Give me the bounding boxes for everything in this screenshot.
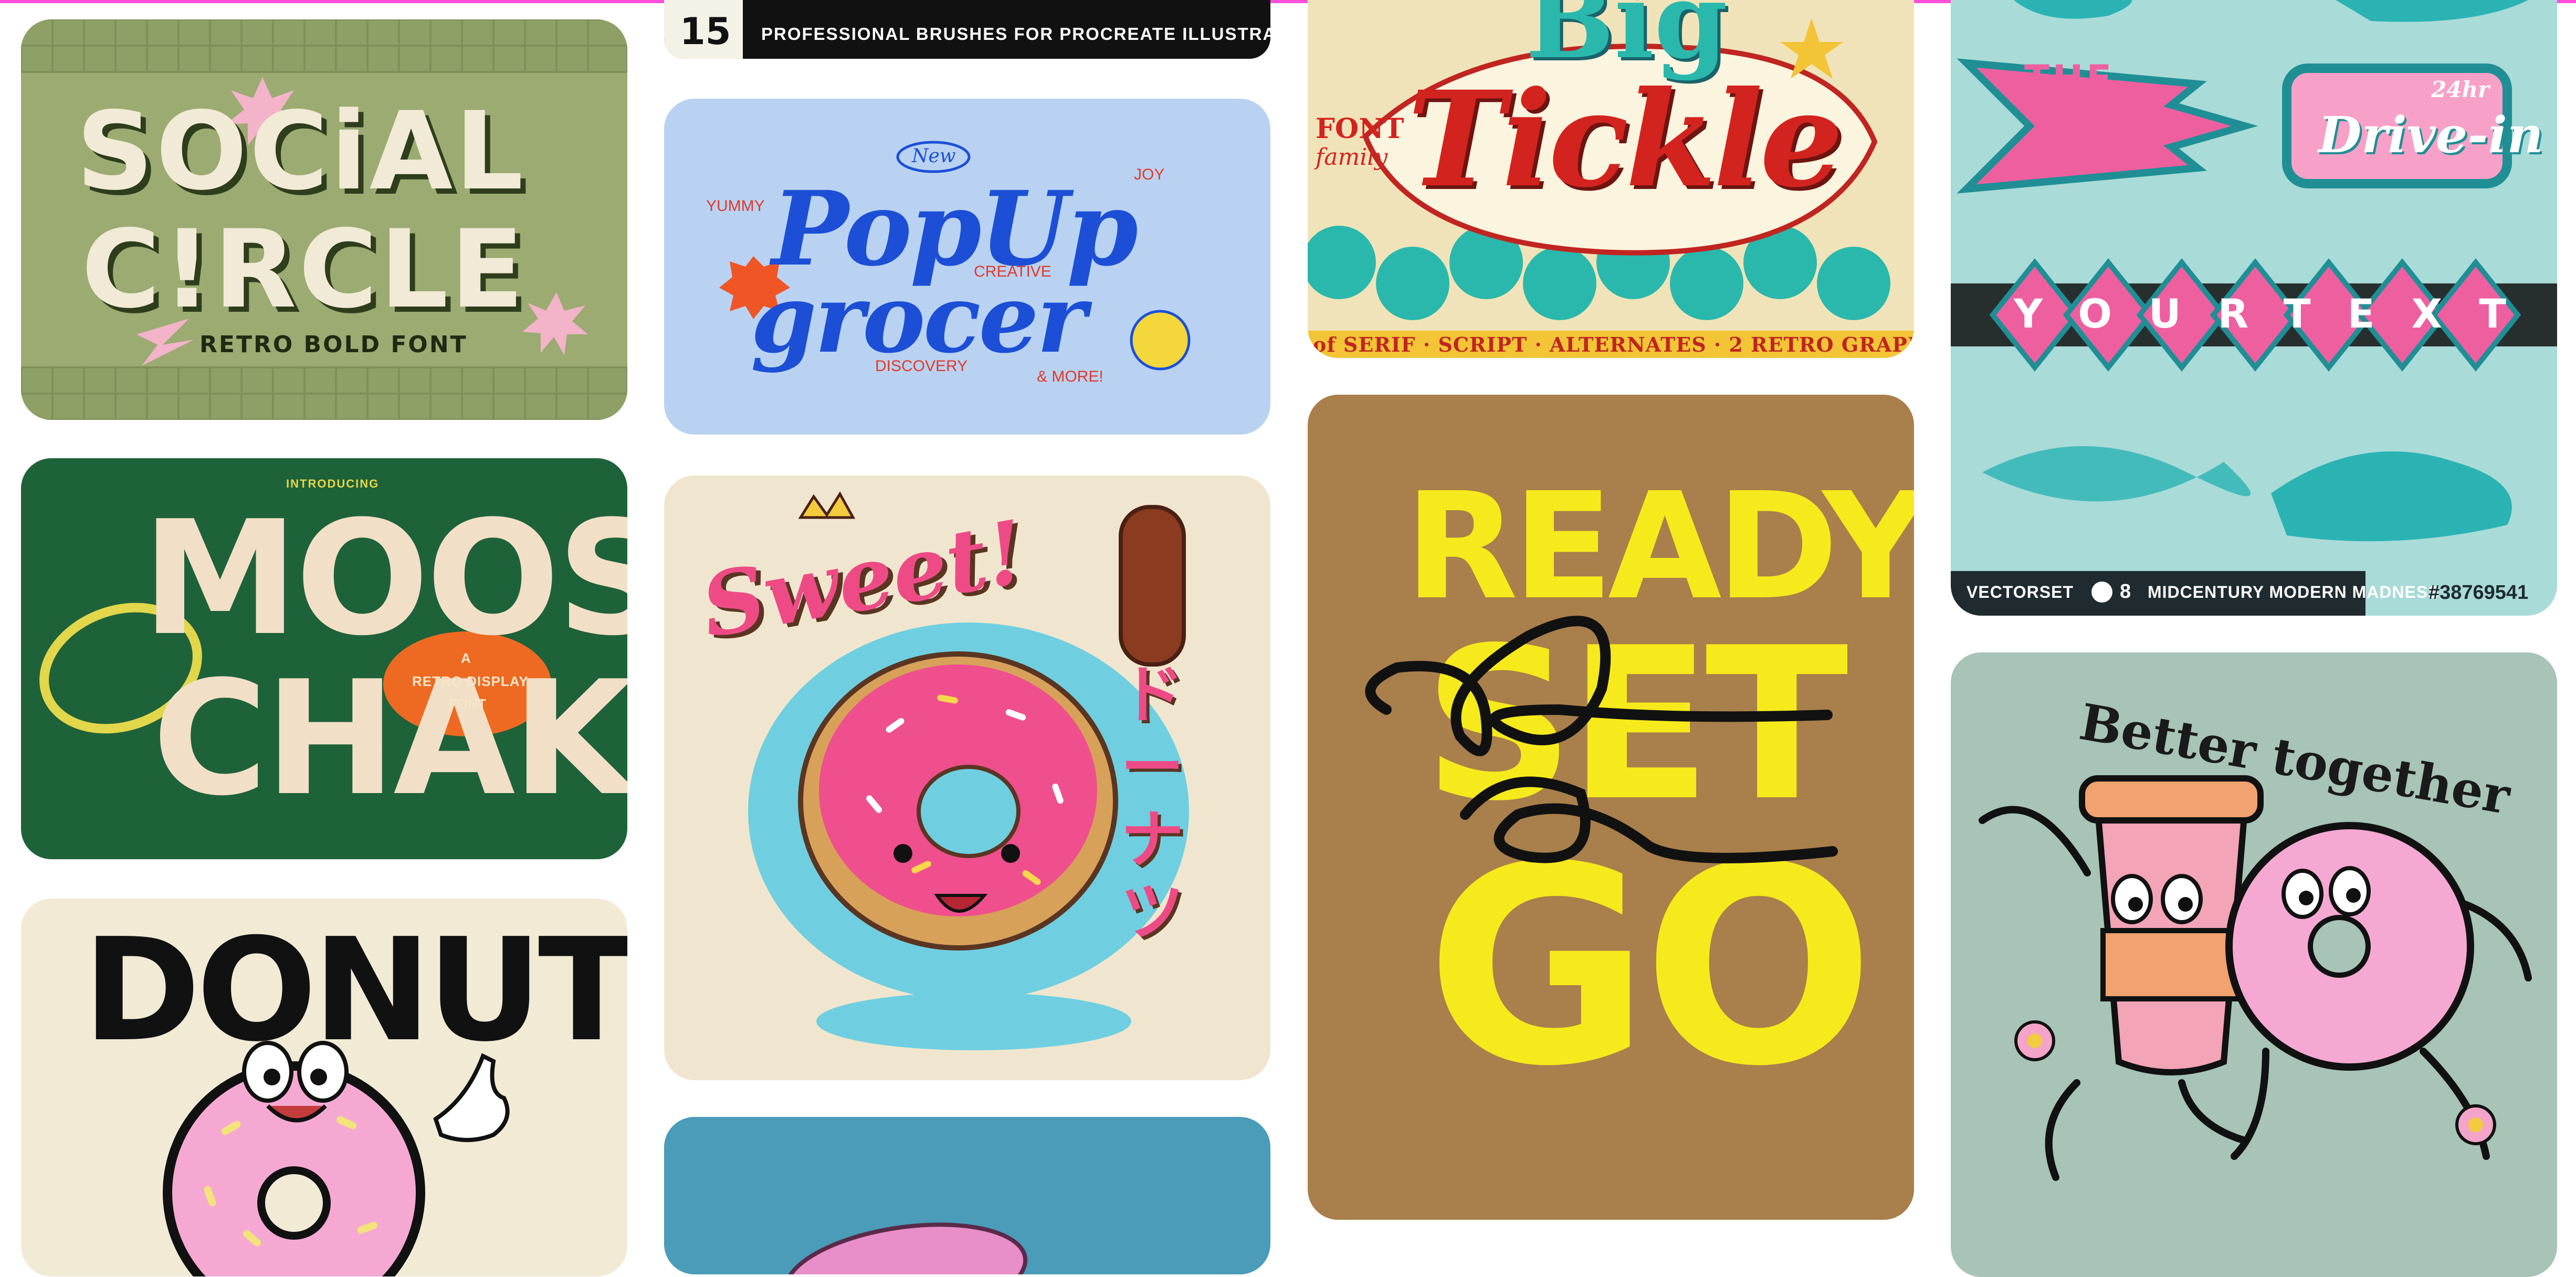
brushes-text: PROFESSIONAL BRUSHES FOR PROCREATE ILLUS… xyxy=(761,24,1270,44)
big-tickle-side-label-2: family xyxy=(1316,144,1388,171)
card-big-tickle[interactable]: Big Tickle FONT family of SERIF · SCRIPT… xyxy=(1308,0,1914,358)
flower-icon xyxy=(2455,1104,2496,1145)
popup-grocer-word-creative: CREATIVE xyxy=(974,263,1052,280)
popup-grocer-word-discovery: DISCOVERY xyxy=(875,357,968,375)
social-circle-title-line2: C!RCLE xyxy=(81,207,526,332)
sweet-donut-kana: ドーナツ xyxy=(1121,659,1184,949)
card-social-circle[interactable]: SOCiAL C!RCLE RETRO BOLD FONT xyxy=(21,19,627,420)
social-circle-title-line1: SOCiAL xyxy=(76,89,525,214)
donut-poster-title: DONUT xyxy=(83,907,627,1073)
big-tickle-side-label-1: FONT xyxy=(1316,113,1404,145)
drive-in-footer-badge xyxy=(2091,582,2112,603)
social-circle-subtitle: RETRO BOLD FONT xyxy=(199,331,468,358)
drive-in-sign-text: Drive-in xyxy=(2318,106,2543,164)
card-moos-chak[interactable]: INTRODUCING MOOS CHAK A RETRO DISPLAY FO… xyxy=(21,458,627,859)
drive-in-word-the: THE xyxy=(2024,57,2115,100)
moos-chak-badge-line2: RETRO DISPLAY xyxy=(412,673,529,689)
drive-in-footer-id: #38769541 xyxy=(2428,582,2529,604)
brushes-number: 15 xyxy=(680,10,731,53)
popup-grocer-word-yummy: YUMMY xyxy=(706,197,765,215)
big-tickle-footer: of SERIF · SCRIPT · ALTERNATES · 2 RETRO… xyxy=(1313,333,1914,356)
popsicle-donut xyxy=(1119,505,1186,667)
drive-in-footer-brand: VECTORSET xyxy=(1967,583,2074,601)
card-drive-in[interactable]: THE 24hr Drive-in YOURTEXT VECTORSET 8 M… xyxy=(1951,0,2557,616)
popup-grocer-title-line2: grocer xyxy=(751,263,1087,374)
blue-donut-art xyxy=(783,1222,1028,1274)
moos-chak-badge-line1: A xyxy=(461,650,471,666)
ready-set-go-scribble xyxy=(1365,616,1838,863)
drive-in-footer-num: 8 xyxy=(2120,581,2131,603)
card-ready-set-go[interactable]: READY SET GO xyxy=(1308,395,1914,1220)
sparkle-icon xyxy=(522,292,588,355)
drive-in-letters-text: YOURTEXT xyxy=(2014,290,2543,337)
big-tickle-title-script: Tickle xyxy=(1407,62,1843,216)
card-blue-donut[interactable] xyxy=(664,1117,1270,1274)
card-popup-grocer[interactable]: New PopUp grocer YUMMY JOY CREATIVE DISC… xyxy=(664,99,1270,435)
moos-chak-title-line1: MOOS xyxy=(142,487,627,670)
drive-in-footer-title: MIDCENTURY MODERN MADNESS xyxy=(2148,583,2440,601)
flower-icon xyxy=(2014,1020,2055,1061)
crown-icon xyxy=(798,491,856,519)
popup-grocer-word-more: & MORE! xyxy=(1037,368,1103,385)
card-donut-poster[interactable]: DONUT xyxy=(21,899,627,1276)
card-sweet-donut[interactable]: Sweet! ドーナツ xyxy=(664,476,1270,1080)
card-brushes-banner[interactable]: 15 PROFESSIONAL BRUSHES FOR PROCREATE IL… xyxy=(664,0,1270,59)
popup-grocer-badge: New xyxy=(912,145,956,167)
moos-chak-title-line2: CHAK xyxy=(152,647,627,830)
moos-chak-badge-line3: FONT xyxy=(449,696,486,712)
popup-grocer-word-joy: JOY xyxy=(1134,166,1165,183)
drive-in-sign-hours: 24hr xyxy=(2431,77,2490,102)
card-better-together[interactable]: Better together xyxy=(1951,652,2557,1277)
thumbs-up-icon xyxy=(1130,310,1191,371)
